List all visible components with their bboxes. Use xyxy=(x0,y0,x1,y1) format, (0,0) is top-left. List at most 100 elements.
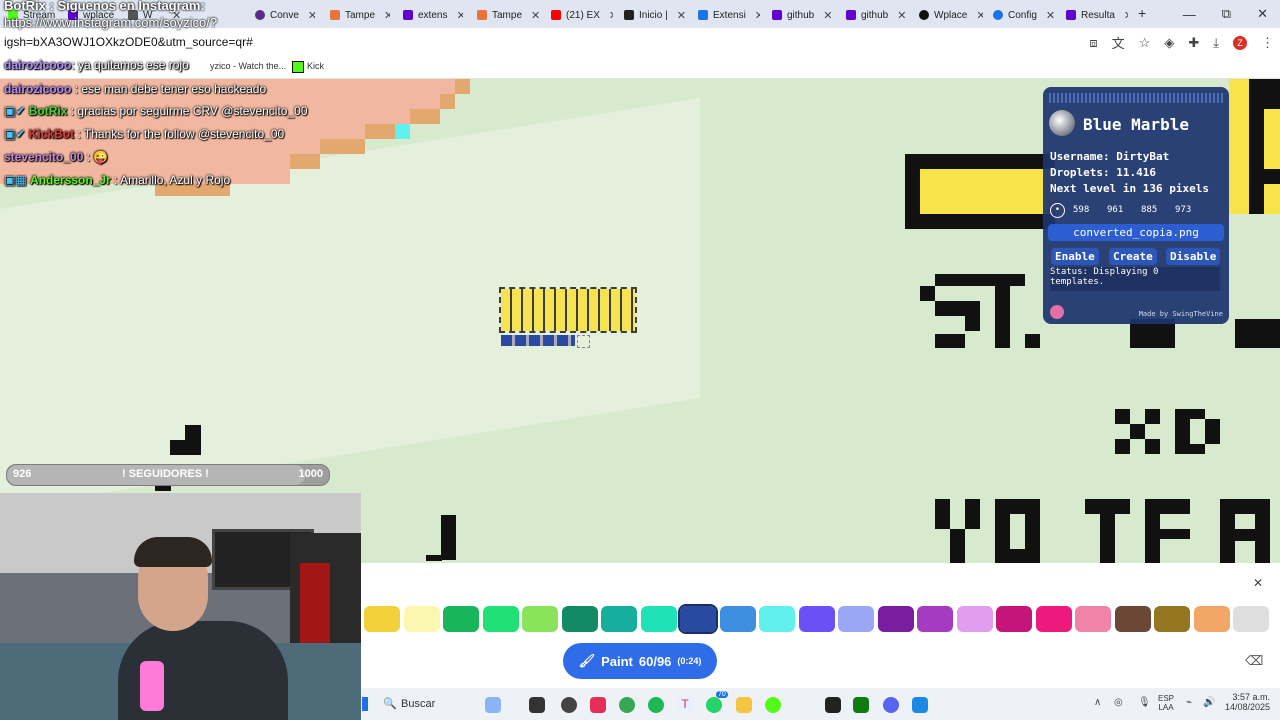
pin-icon[interactable]: • xyxy=(1050,203,1065,218)
close-palette-icon[interactable]: ✕ xyxy=(1253,576,1263,590)
color-swatch[interactable] xyxy=(640,606,677,632)
new-tab-button[interactable]: + xyxy=(1138,5,1146,21)
star-icon[interactable]: ☆ xyxy=(1139,35,1151,51)
clock[interactable]: 3:57 a.m. 14/08/2025 xyxy=(1220,692,1270,712)
coord-pixel-y[interactable]: 973 xyxy=(1175,205,1191,215)
color-swatch[interactable] xyxy=(561,606,598,632)
color-swatch[interactable] xyxy=(364,606,400,632)
menu-icon[interactable]: ⋮ xyxy=(1261,35,1274,51)
avatar[interactable]: Z xyxy=(1233,35,1247,50)
color-swatch[interactable] xyxy=(482,606,519,632)
tiktok-icon[interactable] xyxy=(590,697,606,713)
app-icon[interactable] xyxy=(561,697,577,713)
profile-icon[interactable] xyxy=(1050,305,1064,319)
translate-icon[interactable]: 文 xyxy=(1112,33,1125,52)
close-tab-icon[interactable]: ✕ xyxy=(1046,9,1055,22)
mic-icon[interactable]: 🎙 xyxy=(1138,697,1151,708)
tab-inicio[interactable]: Inicio | ✕ xyxy=(624,4,686,26)
tab-wplace[interactable]: Wplace ✕ xyxy=(919,4,983,26)
color-swatch[interactable] xyxy=(917,606,953,632)
tab-youtube[interactable]: (21) EX ✕ xyxy=(551,4,613,26)
extension-icon[interactable]: ◈ xyxy=(1164,35,1174,51)
drag-handle[interactable] xyxy=(1049,93,1223,103)
discord-icon[interactable] xyxy=(883,697,899,713)
app-icon[interactable] xyxy=(825,697,841,713)
close-tab-icon[interactable]: ✕ xyxy=(897,9,906,22)
close-tab-icon[interactable]: ✕ xyxy=(1124,9,1128,22)
app-icon[interactable] xyxy=(765,697,781,713)
bookmark-watch[interactable]: yzico - Watch the... xyxy=(210,61,286,71)
enable-button[interactable]: Enable xyxy=(1051,248,1099,265)
app-icon[interactable] xyxy=(912,697,928,713)
template-file-button[interactable]: converted_copia.png xyxy=(1048,224,1224,241)
color-swatch[interactable] xyxy=(1193,606,1230,632)
tab-extens[interactable]: extens ✕ xyxy=(403,4,463,26)
close-tab-icon[interactable]: ✕ xyxy=(823,9,832,22)
taskbar-search[interactable]: Buscar xyxy=(401,698,435,710)
close-tab-icon[interactable]: ✕ xyxy=(384,9,390,22)
network-icon[interactable]: ◎ xyxy=(1114,697,1123,708)
close-tab-icon[interactable]: ✕ xyxy=(677,9,686,22)
close-tab-icon[interactable]: ✕ xyxy=(308,9,315,22)
color-swatch[interactable] xyxy=(1154,606,1190,632)
color-swatch[interactable] xyxy=(838,606,874,632)
spotify-icon[interactable] xyxy=(648,697,664,713)
minimize-button[interactable]: — xyxy=(1183,7,1196,22)
app-icon[interactable]: T xyxy=(677,697,693,713)
color-swatch[interactable] xyxy=(403,606,440,632)
chrome-icon[interactable] xyxy=(619,697,635,713)
taskview-icon[interactable] xyxy=(529,697,545,713)
puzzle-icon[interactable]: ✚ xyxy=(1188,35,1199,51)
color-swatch[interactable] xyxy=(1075,606,1111,632)
create-button[interactable]: Create xyxy=(1109,248,1157,265)
color-swatch[interactable] xyxy=(877,606,914,632)
close-tab-icon[interactable]: ✕ xyxy=(531,9,539,22)
search-icon[interactable]: 🔍 xyxy=(383,697,397,710)
color-swatch[interactable] xyxy=(1035,606,1072,632)
weather-icon[interactable] xyxy=(485,697,501,713)
color-swatch[interactable] xyxy=(678,604,718,634)
volume-icon[interactable]: 🔊 xyxy=(1203,697,1215,708)
color-swatch[interactable] xyxy=(601,606,637,632)
tab-extensi[interactable]: Extensi ✕ xyxy=(698,4,760,26)
tab-tampe-2[interactable]: Tampe ✕ xyxy=(477,4,539,26)
maximize-button[interactable]: ⧉ xyxy=(1222,6,1231,22)
close-tab-icon[interactable]: ✕ xyxy=(456,9,463,22)
chevron-up-icon[interactable]: ∧ xyxy=(1094,697,1101,708)
color-swatch[interactable] xyxy=(443,606,479,632)
tab-resulta[interactable]: Resulta ✕ xyxy=(1066,4,1128,26)
xbox-icon[interactable] xyxy=(853,697,869,713)
download-icon[interactable]: ⤓ xyxy=(1213,35,1219,51)
close-window-button[interactable]: ✕ xyxy=(1257,6,1268,22)
tab-conve[interactable]: Conve ✕ xyxy=(255,4,315,26)
folder-icon[interactable] xyxy=(736,697,752,713)
tab-config[interactable]: Config ✕ xyxy=(993,4,1055,26)
tab-github[interactable]: github ✕ xyxy=(772,4,834,26)
install-icon[interactable]: ⧈ xyxy=(1089,35,1097,51)
coord-tile-y[interactable]: 961 xyxy=(1107,205,1123,215)
color-swatch[interactable] xyxy=(1114,606,1151,632)
color-swatch[interactable] xyxy=(996,606,1032,632)
color-swatch[interactable] xyxy=(1233,606,1269,632)
language-indicator[interactable]: ESP LAA xyxy=(1158,694,1174,712)
whatsapp-icon[interactable] xyxy=(706,697,722,713)
color-swatch[interactable] xyxy=(798,606,835,632)
bookmark-kick[interactable]: Kick xyxy=(307,61,324,71)
color-swatch[interactable] xyxy=(956,606,993,632)
tab-tampe[interactable]: Tampe ✕ xyxy=(330,4,390,26)
close-tab-icon[interactable]: ✕ xyxy=(609,9,613,22)
close-tab-icon[interactable]: ✕ xyxy=(976,9,983,22)
disable-button[interactable]: Disable xyxy=(1166,248,1221,265)
wifi-icon[interactable]: ⌁ xyxy=(1186,697,1192,708)
color-swatch[interactable] xyxy=(719,606,756,632)
close-tab-icon[interactable]: ✕ xyxy=(755,9,760,22)
eraser-icon[interactable]: ⌫ xyxy=(1245,653,1263,669)
coord-pixel-x[interactable]: 885 xyxy=(1141,205,1157,215)
start-icon[interactable] xyxy=(362,697,368,711)
coord-tile-x[interactable]: 598 xyxy=(1073,205,1089,215)
color-swatch[interactable] xyxy=(759,606,795,632)
tab-github-2[interactable]: github ✕ xyxy=(846,4,908,26)
color-swatch[interactable] xyxy=(522,606,558,632)
url-text[interactable]: igsh=bXA3OWJ1OXkzODE0&utm_source=qr# xyxy=(4,35,253,49)
paint-button[interactable]: 🖌 Paint 60/96 (0:24) xyxy=(563,643,717,679)
